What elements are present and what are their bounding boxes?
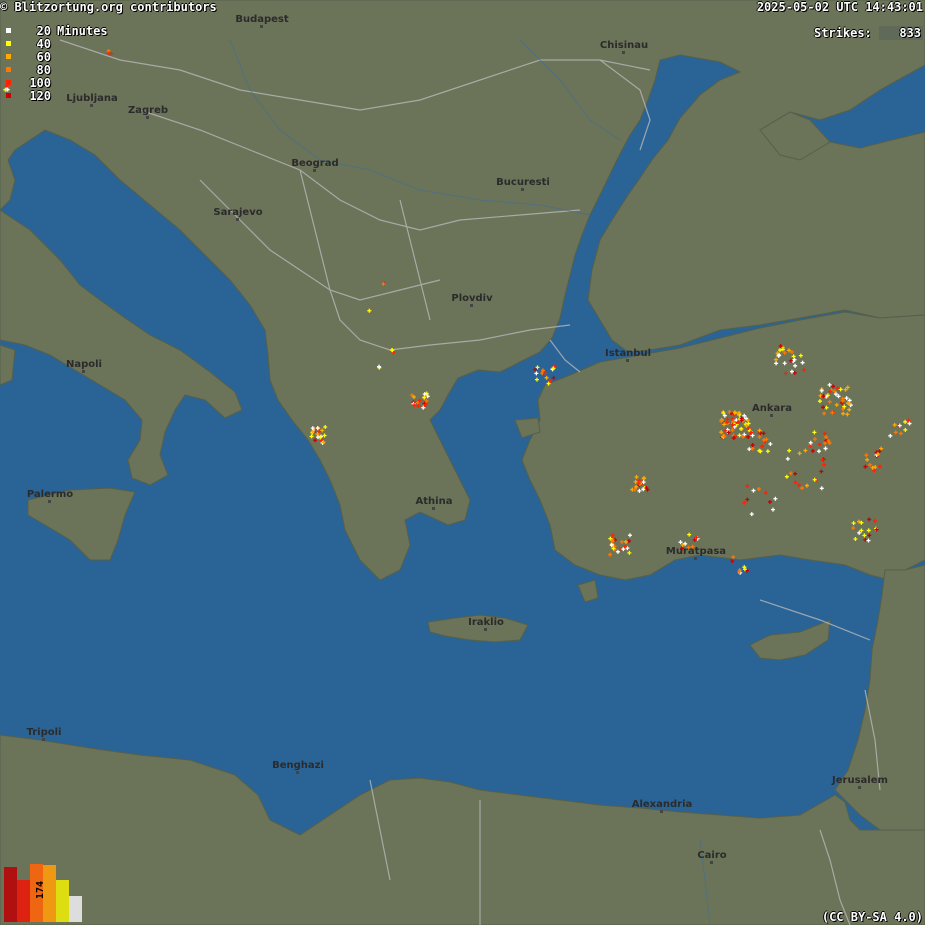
city-dot [622,51,625,54]
city-dot [694,557,697,560]
strikes-value: 833 [879,26,923,40]
city-dot [470,304,473,307]
legend-swatch [6,54,11,59]
city-dot [90,104,93,107]
legend-label: 80 [36,62,51,77]
legend-swatch [6,28,11,33]
histogram-bar [69,896,82,922]
legend-swatch [6,67,11,72]
histogram-bar [56,880,69,922]
legend-row: 40 [6,36,108,51]
lightning-map[interactable]: BudapestChisinauLjubljanaZagrebBeogradBu… [0,0,925,925]
city-dot [260,25,263,28]
city-label: Bucuresti [496,177,550,188]
histogram-peak-label: 174 [35,881,46,899]
copyright-notice[interactable]: © Blitzortung.org contributors [0,0,217,14]
legend-row: 20 Minutes [6,23,108,38]
time-legend: 20 Minutes 40 60 80 100 120 [6,23,108,103]
city-dot [296,771,299,774]
city-dot [770,414,773,417]
city-dot [42,738,45,741]
city-label: Zagreb [128,105,168,116]
city-label: Sarajevo [213,207,262,218]
city-dot [484,628,487,631]
strike-histogram: 174 [4,864,82,922]
city-label: Ankara [752,403,792,414]
legend-swatch [6,80,11,85]
legend-swatch [6,41,11,46]
city-dot [626,359,629,362]
city-dot [660,810,663,813]
city-label: Muratpasa [666,546,726,557]
legend-label: 100 [29,75,51,90]
histogram-bar [17,880,30,922]
legend-label: 20 [36,23,51,38]
city-dot [313,169,316,172]
city-label: Budapest [235,14,289,25]
city-label: Cairo [697,850,726,861]
city-dot [432,507,435,510]
legend-unit: Minutes [57,23,108,38]
timestamp: 2025-05-02 UTC 14:43:01 [756,0,923,14]
legend-row: 60 [6,49,108,64]
city-label: Alexandria [632,799,693,810]
city-dot [858,786,861,789]
city-dot [236,218,239,221]
city-label: Istanbul [605,348,651,359]
city-dot [710,861,713,864]
legend-row: 80 [6,62,108,77]
city-dot [82,370,85,373]
city-label: Iraklio [468,617,504,628]
city-label: Tripoli [27,727,62,738]
city-label: Plovdiv [451,293,493,304]
city-label: Benghazi [272,760,324,771]
legend-label: 40 [36,36,51,51]
city-label: Jerusalem [831,775,888,786]
city-label: Chisinau [600,40,648,51]
legend-row: 100 [6,75,108,90]
city-dot [521,188,524,191]
histogram-bar [4,867,17,922]
legend-row: 120 [6,88,108,103]
city-label: Athina [416,496,453,507]
city-dot [146,116,149,119]
legend-swatch [6,93,11,98]
strikes-label: Strikes: [813,26,872,40]
license-notice[interactable]: (CC BY-SA 4.0) [822,910,923,924]
legend-label: 120 [29,88,51,103]
legend-label: 60 [36,49,51,64]
city-label: Beograd [291,158,338,169]
city-dot [48,500,51,503]
city-label: Palermo [27,489,73,500]
city-label: Napoli [66,359,102,370]
strike-counter: Strikes: 833 [814,26,923,40]
